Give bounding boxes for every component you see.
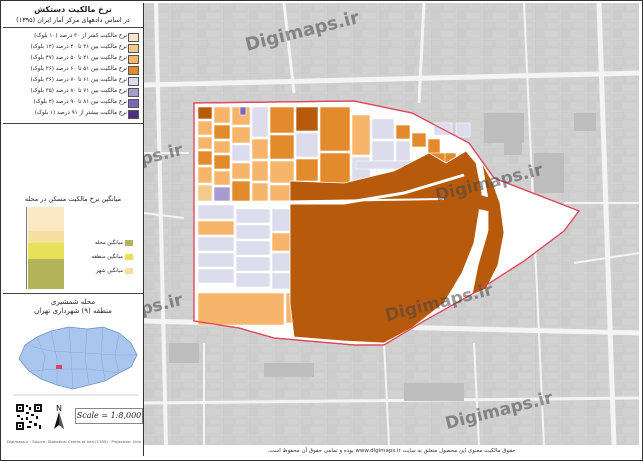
bars-title: میانگین نرخ مالکیت مسکن در محله xyxy=(24,195,122,203)
legend-item: نرخ مالکیت بین ۵۱ تا ۶۰ درصد (۲۶ بلوک) xyxy=(9,65,139,75)
legend-swatch xyxy=(128,44,139,53)
legend-divider xyxy=(3,123,143,124)
tehran-inset-map xyxy=(11,319,141,397)
legend-swatch xyxy=(128,88,139,97)
legend-item: نرخ مالکیت بیشتر از ۹۱ درصد (۱ بلوک) xyxy=(9,109,139,119)
bars-axis xyxy=(26,207,27,289)
legend-item: نرخ مالکیت بین ۸۱ تا ۹۰ درصد (۲ بلوک) xyxy=(9,98,139,108)
location-district: منطقه (۹) شهرداری تهران xyxy=(34,307,112,315)
credit-text: Digimaps.ir · Source: Statistical Centre… xyxy=(7,439,141,444)
legend-item: نرخ مالکیت بین ۳۱ تا ۴۰ درصد (۱۲ بلوک) xyxy=(9,43,139,53)
legend-item: نرخ مالکیت بین ۴۱ تا ۵۰ درصد (۴۷ بلوک) xyxy=(9,54,139,64)
legend-swatch xyxy=(128,77,139,86)
legend-item: نرخ مالکیت بین ۷۱ تا ۸۰ درصد (۳۵ بلوک) xyxy=(9,87,139,97)
bar-region xyxy=(28,243,64,259)
bars-legend-swatch xyxy=(125,254,133,260)
bars-legend-item: میانگین منطقه xyxy=(73,253,133,262)
legend-label: نرخ مالکیت کمتر از ۳۰ درصد (۱۰ بلوک) xyxy=(34,33,127,39)
location-title: محله شمشیری منطقه (۹) شهرداری تهران xyxy=(3,298,143,316)
map-scale: Scale = 1:8,000 xyxy=(75,408,143,424)
legend-subtitle: در اساس دادههای مرکز آمار ایران (۱۳۹۵) xyxy=(16,16,130,24)
bars-legend-label: میانگین شهر xyxy=(96,268,123,274)
legend-divider xyxy=(3,27,143,28)
bars-legend-label: میانگین محله xyxy=(94,240,123,246)
bars-legend-label: میانگین منطقه xyxy=(91,254,123,260)
tehran-boundary xyxy=(18,326,138,390)
legend-item: نرخ مالکیت بین ۶۱ تا ۷۰ درصد (۳۶ بلوک) xyxy=(9,76,139,86)
legend-label: نرخ مالکیت بیشتر از ۹۱ درصد (۱ بلوک) xyxy=(34,110,127,116)
legend-title: نرخ مالکیت دستکش xyxy=(34,5,112,14)
copyright-footer: حقوق مالکیت معنوی این محصول متعلق به سای… xyxy=(144,445,639,458)
legend-swatch xyxy=(128,110,139,119)
bar-neighborhood xyxy=(28,259,64,289)
north-arrow-icon: N xyxy=(54,404,64,429)
bar-city xyxy=(28,231,64,243)
legend-label: نرخ مالکیت بین ۴۱ تا ۵۰ درصد (۴۷ بلوک) xyxy=(30,55,127,61)
map-canvas[interactable]: Digimaps.ir Digimaps.ir Digimaps.ir Digi… xyxy=(144,3,639,445)
legend-label: نرخ مالکیت بین ۵۱ تا ۶۰ درصد (۲۶ بلوک) xyxy=(30,66,127,72)
legend-swatch xyxy=(128,55,139,64)
qr-code-icon xyxy=(15,403,43,431)
bars-legend-item: میانگین محله xyxy=(73,239,133,248)
legend-swatch xyxy=(128,33,139,42)
legend-label: نرخ مالکیت بین ۶۱ تا ۷۰ درصد (۳۶ بلوک) xyxy=(30,77,127,83)
bars-legend-swatch xyxy=(125,240,133,246)
legend-label: نرخ مالکیت بین ۸۱ تا ۹۰ درصد (۲ بلوک) xyxy=(33,99,127,105)
map-svg xyxy=(144,3,639,445)
legend-item: نرخ مالکیت کمتر از ۳۰ درصد (۱۰ بلوک) xyxy=(9,32,139,42)
location-neighborhood: محله شمشیری xyxy=(50,298,96,306)
bars-legend-item: میانگین شهر xyxy=(73,267,133,276)
average-bars xyxy=(26,207,64,289)
legend-swatch xyxy=(128,66,139,75)
bars-legend-swatch xyxy=(125,268,133,274)
legend-swatch xyxy=(128,99,139,108)
north-label: N xyxy=(56,404,62,413)
legend-divider xyxy=(3,293,143,294)
legend-panel: نرخ مالکیت دستکش در اساس دادههای مرکز آم… xyxy=(3,3,144,456)
neighborhood-marker xyxy=(56,365,62,369)
legend-label: نرخ مالکیت بین ۳۱ تا ۴۰ درصد (۱۲ بلوک) xyxy=(30,44,127,50)
legend-label: نرخ مالکیت بین ۷۱ تا ۸۰ درصد (۳۵ بلوک) xyxy=(30,88,127,94)
bar-city-top xyxy=(28,207,64,231)
